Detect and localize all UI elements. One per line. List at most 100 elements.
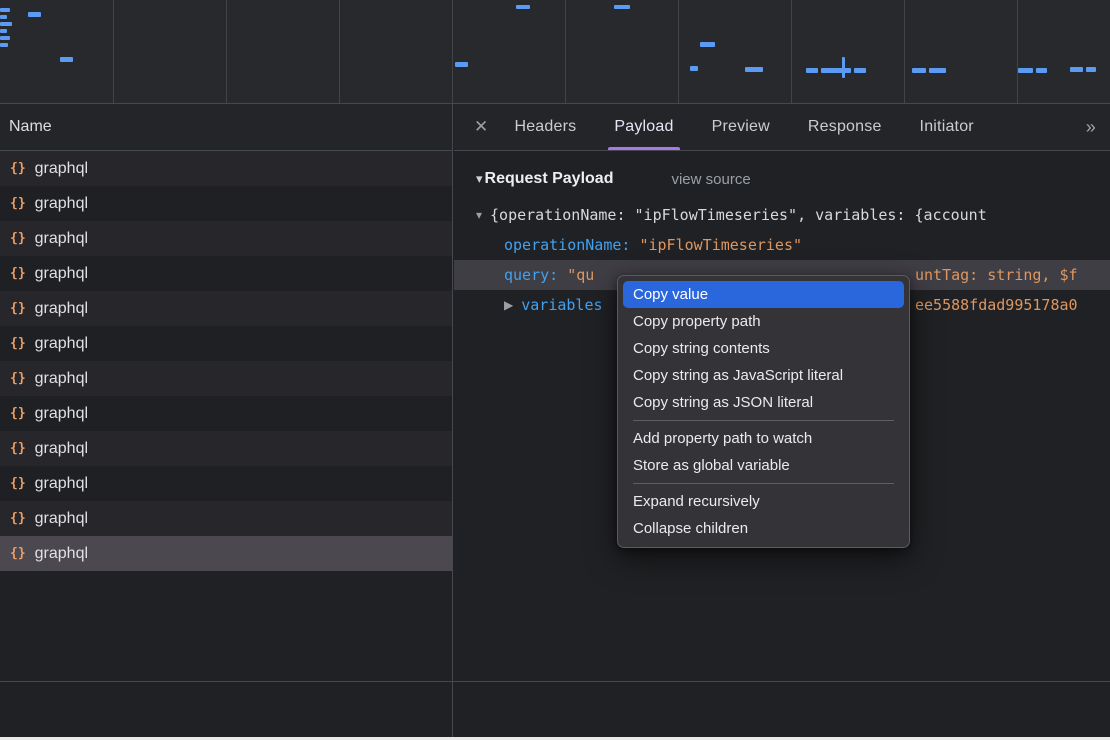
property-value-continued: ee5588fdad995178a0 [915,296,1078,314]
json-icon: {} [10,161,26,176]
tab-headers[interactable]: Headers [514,104,576,150]
timeline-gridline [678,0,679,103]
timeline-bar [929,68,946,73]
menu-item[interactable]: Copy value [623,281,904,308]
timeline-bar [0,15,7,19]
timeline-gridline [339,0,340,103]
request-row[interactable]: {} graphql [0,326,452,361]
request-row[interactable]: {} graphql [0,256,452,291]
operation-name-row[interactable]: operationName: "ipFlowTimeseries" [454,230,1110,260]
tab-preview[interactable]: Preview [712,104,770,150]
menu-item[interactable]: Store as global variable [623,452,904,479]
menu-item[interactable]: Collapse children [623,515,904,542]
request-name: graphql [35,265,88,283]
timeline-bar [854,68,866,73]
json-icon: {} [10,371,26,386]
property-value: "qu [567,266,594,284]
request-name: graphql [35,405,88,423]
timeline-bar [1086,67,1096,72]
json-icon: {} [10,546,26,561]
name-column-label: Name [9,118,52,136]
json-icon: {} [10,406,26,421]
request-payload-section-header: ▾ Request Payload view source [454,162,1110,196]
timeline-bar [1070,67,1083,72]
request-name: graphql [35,160,88,178]
json-icon: {} [10,301,26,316]
more-tabs-icon[interactable]: » [1086,117,1096,138]
property-key: query: [504,266,567,284]
menu-item[interactable]: Expand recursively [623,488,904,515]
request-row[interactable]: {} graphql [0,151,452,186]
timeline-bar [455,62,468,67]
close-icon[interactable]: ✕ [474,117,488,137]
timeline-gridline [791,0,792,103]
property-value-continued: untTag: string, $f [915,266,1078,284]
timeline-gridline [904,0,905,103]
menu-item[interactable]: Copy string contents [623,335,904,362]
property-value: "ipFlowTimeseries" [639,236,802,254]
request-list: {} graphql {} graphql {} graphql {} graphql {} gr… [0,151,452,571]
expand-caret-icon[interactable]: ▾ [476,208,482,222]
timeline-gridline [113,0,114,103]
json-icon: {} [10,336,26,351]
timeline-gridline [226,0,227,103]
request-row[interactable]: {}graphql [0,536,452,571]
timeline-bar [1018,68,1033,73]
request-name: graphql [35,440,88,458]
timeline-bar [614,5,630,9]
request-row[interactable]: {}graphql [0,186,452,221]
payload-root-preview: {operationName: "ipFlowTimeseries", vari… [490,206,987,224]
collapse-caret-icon[interactable]: ▾ [476,171,483,187]
timeline-bar [28,12,41,17]
view-source-link[interactable]: view source [671,171,750,188]
timeline-bar [842,57,845,78]
tab-initiator[interactable]: Initiator [920,104,974,150]
json-icon: {} [10,266,26,281]
request-row[interactable]: {} graphql [0,396,452,431]
request-row[interactable]: {} graphql [0,431,452,466]
tab-payload[interactable]: Payload [614,104,673,150]
timeline-gridline [452,0,453,103]
network-overview-timeline[interactable] [0,0,1110,104]
menu-item[interactable]: Copy string as JSON literal [623,389,904,416]
timeline-bar [912,68,926,73]
summary-divider [0,681,1110,682]
tab-strip: ✕ Headers Payload Preview Response Initiator… [454,104,1110,151]
timeline-bar [0,29,7,33]
request-row[interactable]: {}graphql [0,291,452,326]
request-row[interactable]: {}graphql [0,221,452,256]
json-icon: {} [10,441,26,456]
timeline-bar [0,43,8,47]
requests-panel: Name {}graphql{}graphql{}graphql{}graphq… [0,104,453,740]
timeline-bar [0,22,12,26]
expand-caret-icon[interactable]: ▶ [504,298,513,312]
tab-response[interactable]: Response [808,104,882,150]
request-name: graphql [35,335,88,353]
timeline-gridline [1017,0,1018,103]
context-menu: Copy valueCopy property pathCopy string … [617,275,910,548]
request-name: graphql [35,510,88,528]
menu-separator [633,483,894,484]
menu-item[interactable]: Add property path to watch [623,425,904,452]
menu-item[interactable]: Copy string as JavaScript literal [623,362,904,389]
timeline-bar [690,66,698,71]
request-row[interactable]: {}graphql [0,466,452,501]
timeline-bar [0,36,10,40]
request-name: graphql [35,195,88,213]
request-name: graphql [35,475,88,493]
property-key: variables [521,296,602,314]
request-name: graphql [35,230,88,248]
timeline-bar [700,42,715,47]
request-row[interactable]: {} graphql [0,361,452,396]
timeline-gridline [565,0,566,103]
request-row[interactable]: {}graphql [0,501,452,536]
request-name: graphql [35,370,88,388]
name-column-header[interactable]: Name [0,104,452,151]
timeline-bar [516,5,530,9]
payload-root-row[interactable]: ▾ {operationName: "ipFlowTimeseries", va… [454,200,1110,230]
timeline-bar [1036,68,1047,73]
menu-separator [633,420,894,421]
property-key: operationName: [504,236,639,254]
menu-item[interactable]: Copy property path [623,308,904,335]
request-payload-title: Request Payload [485,170,614,188]
